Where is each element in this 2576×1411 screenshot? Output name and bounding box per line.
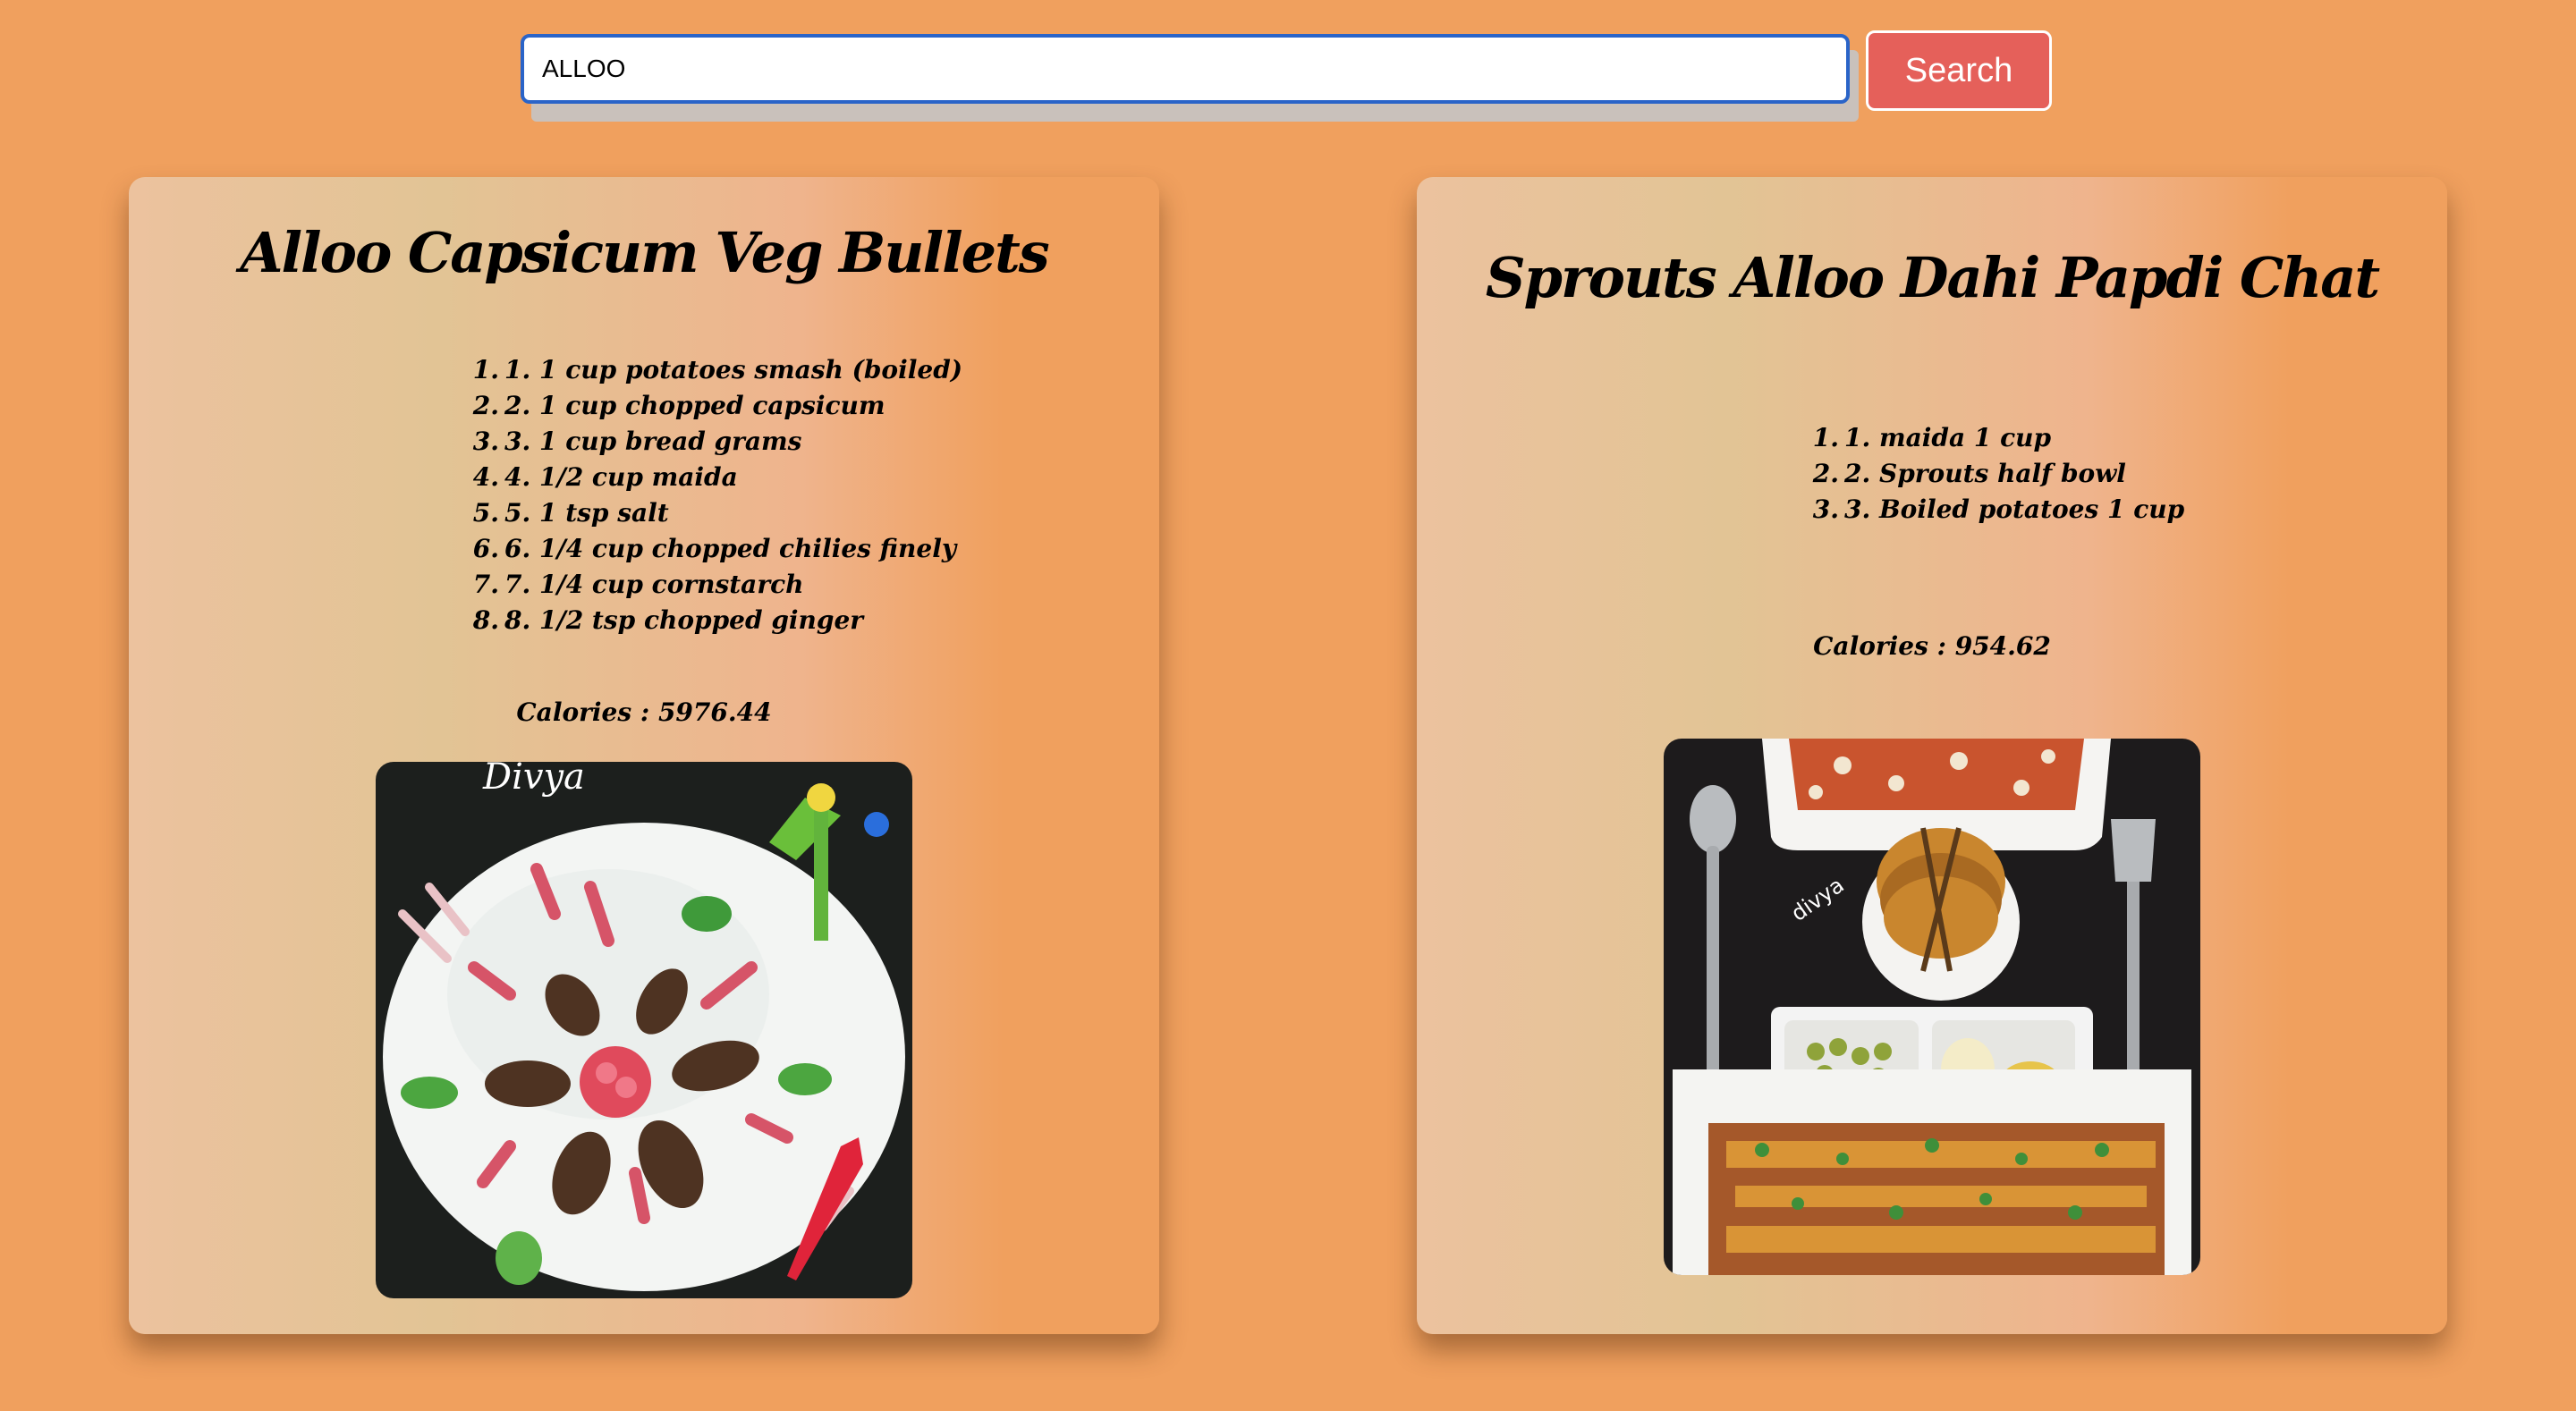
search-button[interactable]: Search (1866, 30, 2052, 111)
ingredient-item: 3. 3. 1 cup bread grams (472, 427, 802, 456)
recipe-title: Alloo Capsicum Veg Bullets (240, 220, 1049, 285)
ingredient-item: 8. 8. 1/2 tsp chopped ginger (472, 605, 864, 635)
search-input[interactable] (521, 34, 1850, 104)
ingredient-item: 3. 3. Boiled potatoes 1 cup (1812, 494, 2185, 524)
ingredient-item: 2. 2. 1 cup chopped capsicum (472, 391, 886, 420)
recipe-image: Divya (376, 762, 912, 1298)
recipe-title: Sprouts Alloo Dahi Papdi Chat (1485, 245, 2380, 310)
calories-text: Calories : 5976.44 (516, 697, 772, 727)
ingredient-item: 5. 5. 1 tsp salt (472, 498, 669, 528)
recipe-card: Alloo Capsicum Veg Bullets 1. 1. 1 cup po… (129, 177, 1159, 1334)
image-watermark: Divya (482, 762, 585, 798)
search-bar: Search (521, 30, 2052, 122)
calories-text: Calories : 954.62 (1813, 631, 2051, 661)
recipe-card: Sprouts Alloo Dahi Papdi Chat 1. 1. maida… (1417, 177, 2447, 1334)
ingredient-item: 2. 2. Sprouts half bowl (1812, 459, 2126, 488)
ingredient-item: 6. 6. 1/4 cup chopped chilies finely (472, 534, 957, 563)
ingredient-item: 7. 7. 1/4 cup cornstarch (472, 570, 804, 599)
ingredient-list: 1. 1. 1 cup potatoes smash (boiled) 2. 2. … (472, 352, 962, 638)
ingredient-item: 1. 1. 1 cup potatoes smash (boiled) (472, 355, 963, 384)
search-input-wrapper (521, 34, 1859, 122)
ingredient-list: 1. 1. maida 1 cup 2. 2. Sprouts half bowl … (1812, 420, 2184, 528)
ingredient-item: 4. 4. 1/2 cup maida (472, 462, 738, 492)
ingredient-item: 1. 1. maida 1 cup (1812, 423, 2052, 452)
recipe-image: divya (1664, 739, 2200, 1275)
